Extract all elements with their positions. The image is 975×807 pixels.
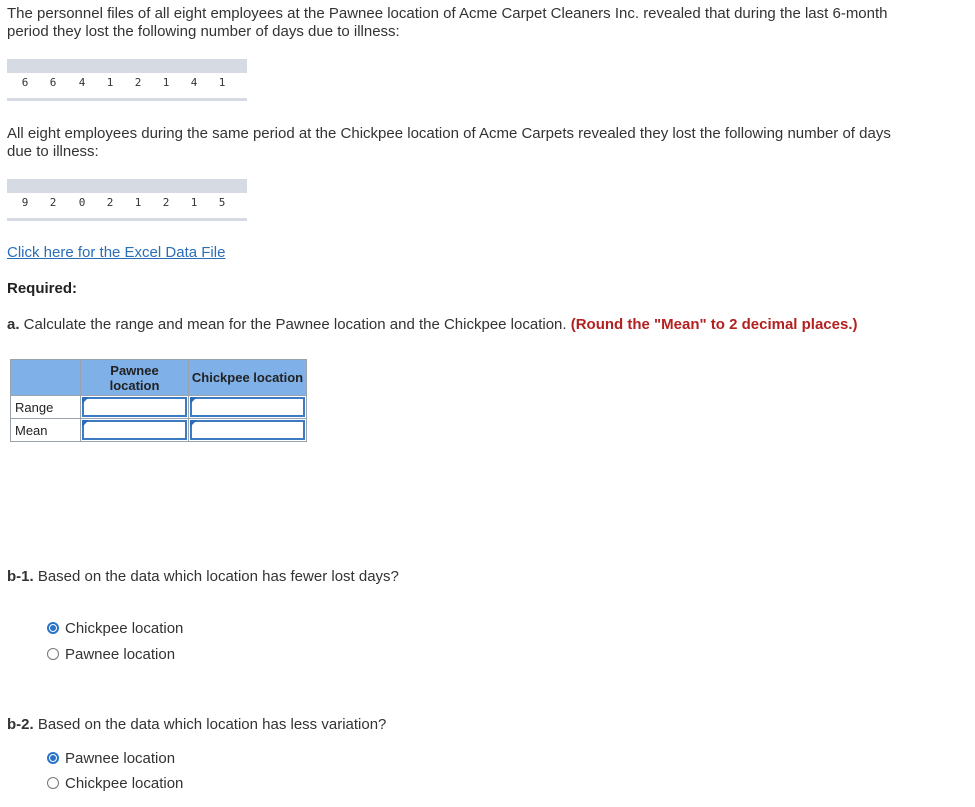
b1-option-label[interactable]: Pawnee location [65, 644, 175, 666]
excel-data-file-link[interactable]: Click here for the Excel Data File [7, 244, 225, 261]
data-box-footer-bar [7, 218, 247, 221]
b2-option-chickpee[interactable]: Chickpee location [47, 773, 247, 795]
chickpee-value: 2 [162, 196, 170, 209]
pawnee-header-line-2: location [109, 377, 160, 393]
chickpee-data-box: 9 2 0 2 1 2 1 5 [7, 179, 247, 221]
cell-marker-icon [190, 397, 197, 404]
question-a-text: Calculate the range and mean for the Paw… [19, 316, 571, 333]
chickpee-column-header: Chickpee location [188, 359, 307, 396]
mean-pawnee-input[interactable] [82, 420, 187, 440]
radio-selected-icon[interactable] [47, 622, 59, 634]
b1-option-pawnee[interactable]: Pawnee location [47, 644, 247, 666]
range-row-label: Range [10, 395, 81, 419]
chickpee-value: 0 [78, 196, 86, 209]
range-pawnee-input[interactable] [82, 397, 187, 417]
question-b1-prefix: b-1. [7, 568, 34, 585]
pawnee-value: 2 [134, 76, 142, 89]
mean-pawnee-cell [80, 418, 189, 442]
question-b1: b-1. Based on the data which location ha… [7, 568, 399, 586]
intro-line-2: period they lost the following number of… [7, 23, 400, 40]
rounding-note: (Round the "Mean" to 2 decimal places.) [570, 316, 858, 333]
pawnee-value: 4 [78, 76, 86, 89]
pawnee-value: 6 [49, 76, 57, 89]
range-pawnee-cell [80, 395, 189, 419]
pawnee-data-values: 6 6 4 1 2 1 4 1 [7, 76, 247, 96]
radio-unselected-icon[interactable] [47, 648, 59, 660]
b2-option-label[interactable]: Chickpee location [65, 773, 183, 795]
chickpee-paragraph: All eight employees during the same peri… [7, 125, 957, 161]
pawnee-header-line-1: Pawnee [110, 362, 159, 378]
chickpee-value: 5 [218, 196, 226, 209]
pawnee-column-header: Pawnee location [80, 359, 189, 396]
range-chickpee-cell [188, 395, 307, 419]
pawnee-value: 6 [21, 76, 29, 89]
radio-selected-icon[interactable] [47, 752, 59, 764]
range-chickpee-input[interactable] [190, 397, 305, 417]
b1-option-label[interactable]: Chickpee location [65, 618, 183, 640]
mean-chickpee-cell [188, 418, 307, 442]
pawnee-value: 1 [162, 76, 170, 89]
required-label: Required: [7, 280, 78, 297]
pawnee-value: 4 [190, 76, 198, 89]
intro-line-1: The personnel files of all eight employe… [7, 5, 888, 22]
question-b2-text: Based on the data which location has les… [33, 716, 387, 733]
question-b2: b-2. Based on the data which location ha… [7, 716, 386, 734]
cell-marker-icon [190, 420, 197, 427]
data-box-header-bar [7, 59, 247, 73]
radio-unselected-icon[interactable] [47, 777, 59, 789]
chickpee-line-2: due to illness: [7, 143, 99, 160]
chickpee-data-values: 9 2 0 2 1 2 1 5 [7, 196, 247, 216]
data-box-footer-bar [7, 98, 247, 101]
mean-row-label: Mean [10, 418, 81, 442]
question-b1-text: Based on the data which location has few… [33, 568, 399, 585]
b2-option-pawnee[interactable]: Pawnee location [47, 748, 247, 770]
table-corner-header [10, 359, 81, 396]
b1-option-chickpee[interactable]: Chickpee location [47, 618, 247, 640]
question-a: a. Calculate the range and mean for the … [7, 316, 858, 334]
answer-table: Pawnee location Chickpee location Range … [10, 359, 307, 442]
chickpee-value: 2 [49, 196, 57, 209]
pawnee-data-box: 6 6 4 1 2 1 4 1 [7, 59, 247, 101]
chickpee-line-1: All eight employees during the same peri… [7, 125, 891, 142]
pawnee-value: 1 [218, 76, 226, 89]
chickpee-value: 1 [134, 196, 142, 209]
chickpee-value: 9 [21, 196, 29, 209]
question-b2-prefix: b-2. [7, 716, 34, 733]
cell-marker-icon [82, 397, 89, 404]
cell-marker-icon [82, 420, 89, 427]
pawnee-value: 1 [106, 76, 114, 89]
chickpee-value: 2 [106, 196, 114, 209]
b2-option-label[interactable]: Pawnee location [65, 748, 175, 770]
question-a-prefix: a. [7, 316, 20, 333]
data-box-header-bar [7, 179, 247, 193]
intro-paragraph: The personnel files of all eight employe… [7, 5, 957, 41]
chickpee-value: 1 [190, 196, 198, 209]
mean-chickpee-input[interactable] [190, 420, 305, 440]
